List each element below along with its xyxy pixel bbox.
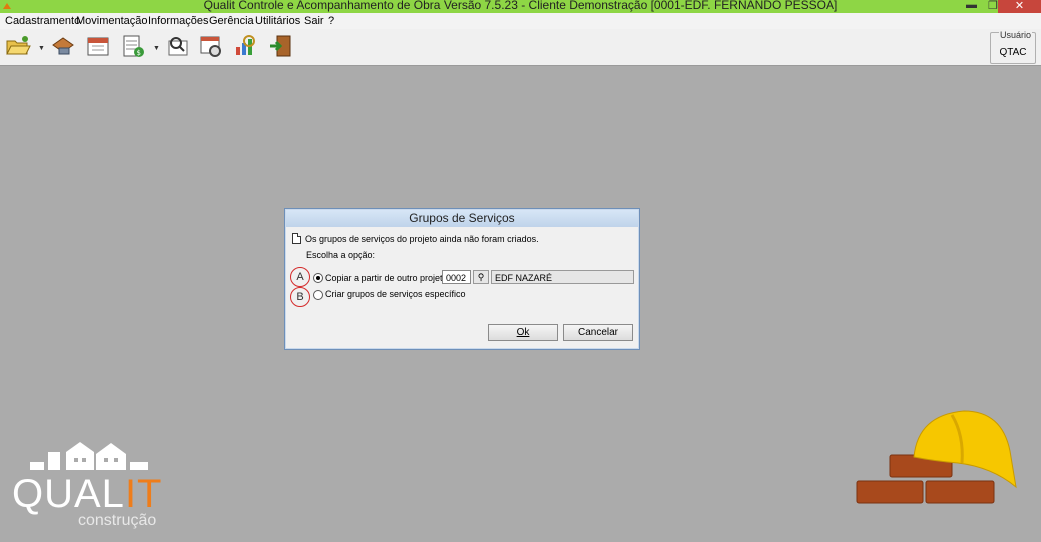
option-create-label[interactable]: Criar grupos de serviços específico [325, 289, 466, 299]
toolbox-icon[interactable] [50, 33, 76, 59]
close-button[interactable]: ✕ [998, 0, 1041, 13]
choose-label: Escolha a opção: [306, 250, 376, 260]
lookup-binoculars-button[interactable]: ⚲ [473, 270, 489, 284]
helmet-bricks-icon [856, 410, 1017, 504]
folder-open-icon[interactable] [5, 33, 31, 59]
radio-create-specific[interactable] [313, 290, 323, 300]
exit-door-icon[interactable] [268, 33, 294, 59]
info-message: Os grupos de serviços do projeto ainda n… [292, 233, 539, 244]
menu-help[interactable]: ? [328, 15, 334, 27]
project-name-field: EDF NAZARÉ [491, 270, 634, 284]
user-value: QTAC [999, 47, 1027, 58]
minimize-button[interactable]: ▬ [966, 0, 977, 11]
menu-bar: Cadastramento Movimentação Informações G… [0, 13, 1041, 29]
calendar-icon[interactable] [85, 33, 111, 59]
user-search-icon[interactable] [165, 33, 191, 59]
cancel-button[interactable]: Cancelar [563, 324, 633, 341]
document-icon [292, 233, 301, 244]
chevron-down-icon[interactable]: ▼ [153, 45, 160, 52]
grupos-servicos-dialog: Grupos de Serviços Os grupos de serviços… [284, 208, 640, 350]
annotation-marker-a: A [290, 267, 310, 287]
dialog-body: Os grupos de serviços do projeto ainda n… [286, 228, 638, 348]
menu-informacoes[interactable]: Informações [148, 15, 209, 27]
chart-magnify-icon[interactable] [232, 33, 258, 59]
chevron-down-icon[interactable]: ▼ [38, 45, 45, 52]
toolbar: ▼ $ ▼ Usuário QTAC [0, 29, 1041, 66]
menu-utilitarios[interactable]: Utilitários [255, 15, 300, 27]
window-title: Qualit Controle e Acompanhamento de Obra… [203, 0, 838, 12]
logo-subtitle: construção [78, 512, 157, 529]
qualit-logo: QUALIT construção [12, 440, 172, 532]
restore-button[interactable]: ❐ [988, 0, 998, 12]
radio-copy-from-project[interactable] [313, 273, 323, 283]
message-text: Os grupos de serviços do projeto ainda n… [305, 234, 539, 244]
project-code-input[interactable]: 0002 [442, 270, 471, 284]
buildings-logo-icon [30, 442, 148, 470]
spreadsheet-money-icon[interactable]: $ [120, 33, 146, 59]
svg-text:$: $ [137, 49, 141, 57]
logo-wordmark: QUALIT [12, 472, 162, 517]
ok-label: Ok [516, 327, 530, 338]
menu-sair[interactable]: Sair [304, 15, 324, 27]
menu-movimentacao[interactable]: Movimentação [76, 15, 148, 27]
menu-cadastramento[interactable]: Cadastramento [5, 15, 80, 27]
calendar-clock-icon[interactable] [198, 33, 224, 59]
menu-gerencia[interactable]: Gerência [209, 15, 254, 27]
dialog-title: Grupos de Serviços [286, 210, 638, 227]
user-label: Usuário [998, 30, 1032, 40]
logo-main-text: QUAL [12, 472, 125, 516]
ok-button[interactable]: Ok [488, 324, 558, 341]
logo-accent-text: IT [124, 472, 163, 516]
option-copy-label[interactable]: Copiar a partir de outro projeto [325, 273, 448, 283]
title-bar: Qualit Controle e Acompanhamento de Obra… [0, 0, 1041, 13]
user-box: Usuário QTAC [990, 30, 1036, 64]
annotation-marker-b: B [290, 287, 310, 307]
